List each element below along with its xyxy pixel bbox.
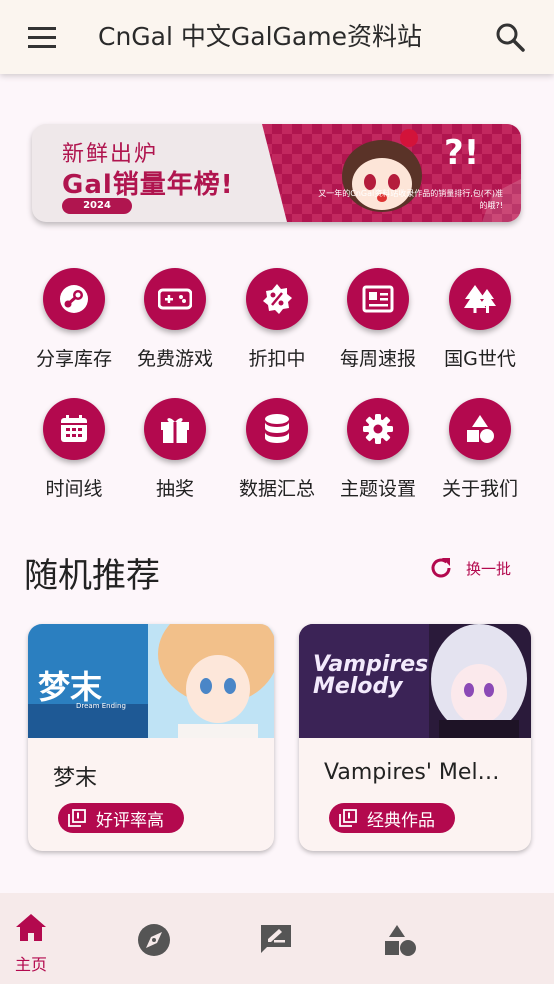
gift-icon <box>144 398 206 460</box>
search-icon[interactable] <box>494 21 526 53</box>
app-title: CnGal 中文GalGame资料站 <box>98 22 422 51</box>
newspaper-icon <box>347 268 409 330</box>
promo-banner[interactable]: ?! 新鲜出炉 Gal销量年榜! 2024 又一年的CnGal资料站收录作品的销… <box>32 124 521 222</box>
quick-link-label: 关于我们 <box>441 478 518 500</box>
compass-icon <box>138 924 170 956</box>
game-tag-label: 经典作品 <box>367 810 435 831</box>
refresh-icon <box>431 558 451 578</box>
library-icon <box>68 809 86 827</box>
quick-link-about-us[interactable]: 关于我们 <box>429 398 531 508</box>
database-icon <box>246 398 308 460</box>
discount-icon <box>246 268 308 330</box>
refresh-button[interactable]: 换一批 <box>428 554 511 582</box>
cover-subtitle: Dream Ending <box>76 702 126 710</box>
gear-icon <box>347 398 409 460</box>
gamepad-icon <box>144 268 206 330</box>
game-cover-image: 梦末 Dream Ending <box>28 624 274 738</box>
steam-icon <box>43 268 105 330</box>
banner-year-badge: 2024 <box>62 198 132 214</box>
bottom-navigation: 主页 <box>0 893 554 984</box>
quick-link-label: 国G世代 <box>444 348 516 370</box>
top-app-bar: CnGal 中文GalGame资料站 <box>0 0 554 74</box>
game-tag-label: 好评率高 <box>96 810 164 831</box>
game-card[interactable]: Vampires Melody Vampires' Mel… 经典作品 <box>299 624 531 851</box>
quick-link-theme-settings[interactable]: 主题设置 <box>327 398 429 508</box>
quick-link-label: 主题设置 <box>339 478 416 500</box>
game-name: 梦末 <box>53 766 98 791</box>
banner-caption: 又一年的CnGal资料站收录作品的销量排行,包(不)准的哦?! <box>318 189 503 210</box>
quick-link-discount[interactable]: 折扣中 <box>226 268 328 378</box>
quick-link-timeline[interactable]: 时间线 <box>23 398 125 508</box>
game-name: Vampires' Mel… <box>324 760 500 785</box>
nav-item-posts[interactable] <box>243 893 313 984</box>
shapes-icon <box>449 398 511 460</box>
nav-item-about[interactable] <box>367 893 437 984</box>
menu-icon[interactable] <box>26 24 60 50</box>
quick-link-share-library[interactable]: 分享库存 <box>23 268 125 378</box>
quick-link-label: 每周速报 <box>339 348 416 370</box>
home-icon <box>16 914 46 941</box>
game-tag-badge[interactable]: 经典作品 <box>329 803 455 833</box>
quick-link-label: 时间线 <box>45 478 103 500</box>
svg-text:?!: ?! <box>444 133 479 173</box>
cover-title: Vampires Melody <box>313 652 429 699</box>
game-tag-badge[interactable]: 好评率高 <box>58 803 184 833</box>
calendar-icon <box>43 398 105 460</box>
refresh-label: 换一批 <box>466 559 512 578</box>
game-card[interactable]: 梦末 Dream Ending 梦末 好评率高 <box>28 624 274 851</box>
quick-link-label: 免费游戏 <box>136 348 213 370</box>
quick-link-lottery[interactable]: 抽奖 <box>124 398 226 508</box>
nav-item-home[interactable]: 主页 <box>0 893 70 984</box>
edit-note-icon <box>261 925 291 953</box>
quick-link-label: 数据汇总 <box>238 478 315 500</box>
shapes-icon <box>385 925 416 956</box>
quick-link-label: 抽奖 <box>155 478 194 500</box>
quick-link-weekly-news[interactable]: 每周速报 <box>327 268 429 378</box>
quick-link-guog-era[interactable]: 国G世代 <box>429 268 531 378</box>
nav-label-home: 主页 <box>14 955 47 974</box>
section-title-random-recommend: 随机推荐 <box>24 556 160 596</box>
quick-link-data-summary[interactable]: 数据汇总 <box>226 398 328 508</box>
quick-link-label: 分享库存 <box>35 348 112 370</box>
game-cover-image: Vampires Melody <box>299 624 531 738</box>
nav-item-discover[interactable] <box>121 893 191 984</box>
quick-link-label: 折扣中 <box>248 348 306 370</box>
quick-link-free-games[interactable]: 免费游戏 <box>124 268 226 378</box>
banner-line2: Gal销量年榜! <box>62 170 234 200</box>
library-icon <box>339 809 357 827</box>
trees-icon <box>449 268 511 330</box>
